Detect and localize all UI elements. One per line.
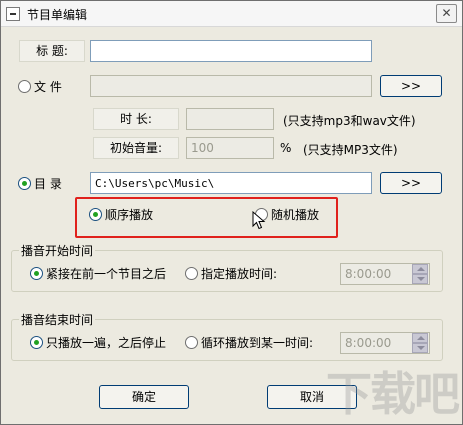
file-browse-label: >> [400, 79, 422, 93]
spin-down-icon[interactable] [412, 274, 428, 284]
directory-input-value: C:\Users\pc\Music\ [95, 177, 215, 190]
specified-time-label: 指定播放时间: [201, 267, 278, 281]
play-once-radio[interactable] [30, 336, 43, 349]
title-bar: 节目单编辑 ✕ [1, 1, 462, 27]
duration-hint: (只支持mp3和wav文件) [283, 114, 416, 128]
after-previous-radio[interactable] [30, 267, 43, 280]
duration-input[interactable] [186, 108, 274, 130]
directory-input[interactable]: C:\Users\pc\Music\ [90, 172, 372, 194]
ok-button[interactable]: 确定 [99, 385, 189, 409]
volume-label: 初始音量: [93, 137, 179, 159]
window-menu-icon[interactable] [6, 7, 20, 21]
title-label: 标 题: [19, 40, 85, 62]
start-time-spinner[interactable] [412, 264, 428, 284]
end-time-group-title: 播音结束时间 [19, 311, 96, 328]
duration-label: 时 长: [93, 108, 179, 130]
specified-time-radio[interactable] [185, 267, 198, 280]
end-time-spinner[interactable] [412, 333, 428, 353]
program-list-edit-dialog: 节目单编辑 ✕ 标 题: 文 件 >> 时 长: (只支持mp3和wav文件) … [0, 0, 463, 425]
loop-until-label: 循环播放到某一时间: [201, 336, 314, 350]
volume-input[interactable]: 100 [186, 137, 274, 159]
volume-hint: (只支持MP3文件) [303, 143, 398, 157]
file-label: 文 件 [34, 80, 62, 94]
mouse-cursor-icon [252, 211, 266, 230]
volume-input-value: 100 [191, 141, 214, 155]
ok-button-label: 确定 [131, 390, 156, 404]
start-time-group-title: 播音开始时间 [19, 242, 96, 259]
end-time-value: 8:00:00 [345, 336, 392, 350]
start-time-value: 8:00:00 [345, 267, 392, 281]
volume-unit: % [280, 141, 292, 155]
watermark: 下载吧 [326, 367, 460, 421]
file-browse-button[interactable]: >> [380, 75, 442, 97]
spin-up-icon[interactable] [412, 264, 428, 274]
directory-radio[interactable] [18, 177, 31, 190]
spin-up-icon[interactable] [412, 333, 428, 343]
window-title: 节目单编辑 [27, 8, 88, 22]
close-button[interactable]: ✕ [436, 4, 457, 23]
play-once-label: 只播放一遍，之后停止 [46, 336, 167, 350]
spin-down-icon[interactable] [412, 343, 428, 353]
file-radio[interactable] [18, 80, 31, 93]
directory-browse-button[interactable]: >> [380, 172, 442, 194]
directory-label: 目 录 [34, 177, 62, 191]
highlight-box [75, 197, 338, 238]
directory-browse-label: >> [400, 176, 422, 190]
file-input[interactable] [90, 75, 372, 97]
title-input[interactable] [90, 40, 372, 62]
after-previous-label: 紧接在前一个节目之后 [46, 267, 167, 281]
loop-until-radio[interactable] [185, 336, 198, 349]
